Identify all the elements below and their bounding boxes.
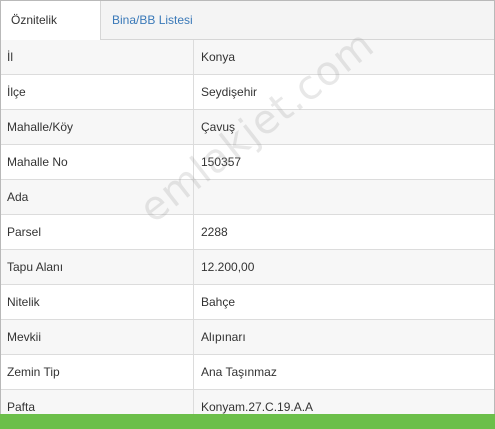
attribute-panel: Öznitelik Bilgisi Bina/BB Listesi İl Kon… [0,0,495,429]
table-row: Mahalle/Köy Çavuş [1,110,494,145]
column-divider [193,110,194,144]
row-value-zemin-tip: Ana Taşınmaz [201,365,277,379]
column-divider [193,285,194,319]
row-value-ilce: Seydişehir [201,85,258,99]
column-divider [193,320,194,354]
table-row: Tapu Alanı 12.200,00 [1,250,494,285]
row-label-parsel: Parsel [7,225,42,239]
table-row: İlçe Seydişehir [1,75,494,110]
row-value-mahalle-no: 150357 [201,155,242,169]
table-row: Mahalle No 150357 [1,145,494,180]
attribute-table: İl Konya İlçe Seydişehir Mahalle/Köy Çav… [1,40,494,425]
row-label-ilce: İlçe [7,85,26,99]
row-label-nitelik: Nitelik [7,295,40,309]
row-value-il: Konya [201,50,236,64]
tab-bar: Öznitelik Bilgisi Bina/BB Listesi [1,1,494,65]
footer-bar [0,414,495,429]
row-value-nitelik: Bahçe [201,295,236,309]
table-row: Mevkii Alıpınarı [1,320,494,355]
column-divider [193,355,194,389]
column-divider [193,145,194,179]
table-row: Parsel 2288 [1,215,494,250]
row-label-mahalle: Mahalle/Köy [7,120,74,134]
row-label-mevkii: Mevkii [7,330,42,344]
column-divider [193,180,194,214]
table-row: Nitelik Bahçe [1,285,494,320]
row-label-il: İl [7,50,13,64]
column-divider [193,40,194,74]
row-value-mahalle: Çavuş [201,120,236,134]
row-label-ada: Ada [7,190,29,204]
row-label-tapu-alani: Tapu Alanı [7,260,64,274]
row-value-tapu-alani: 12.200,00 [201,260,255,274]
tab-building-list[interactable]: Bina/BB Listesi [102,1,203,39]
table-row: Ada [1,180,494,215]
table-row: İl Konya [1,40,494,75]
row-value-parsel: 2288 [201,225,228,239]
row-value-mevkii: Alıpınarı [201,330,246,344]
row-value-ada [201,180,486,214]
table-row: Zemin Tip Ana Taşınmaz [1,355,494,390]
column-divider [193,75,194,109]
column-divider [193,250,194,284]
row-label-mahalle-no: Mahalle No [7,155,68,169]
column-divider [193,215,194,249]
row-label-zemin-tip: Zemin Tip [7,365,60,379]
tab-attribute-info[interactable]: Öznitelik Bilgisi [1,1,101,65]
